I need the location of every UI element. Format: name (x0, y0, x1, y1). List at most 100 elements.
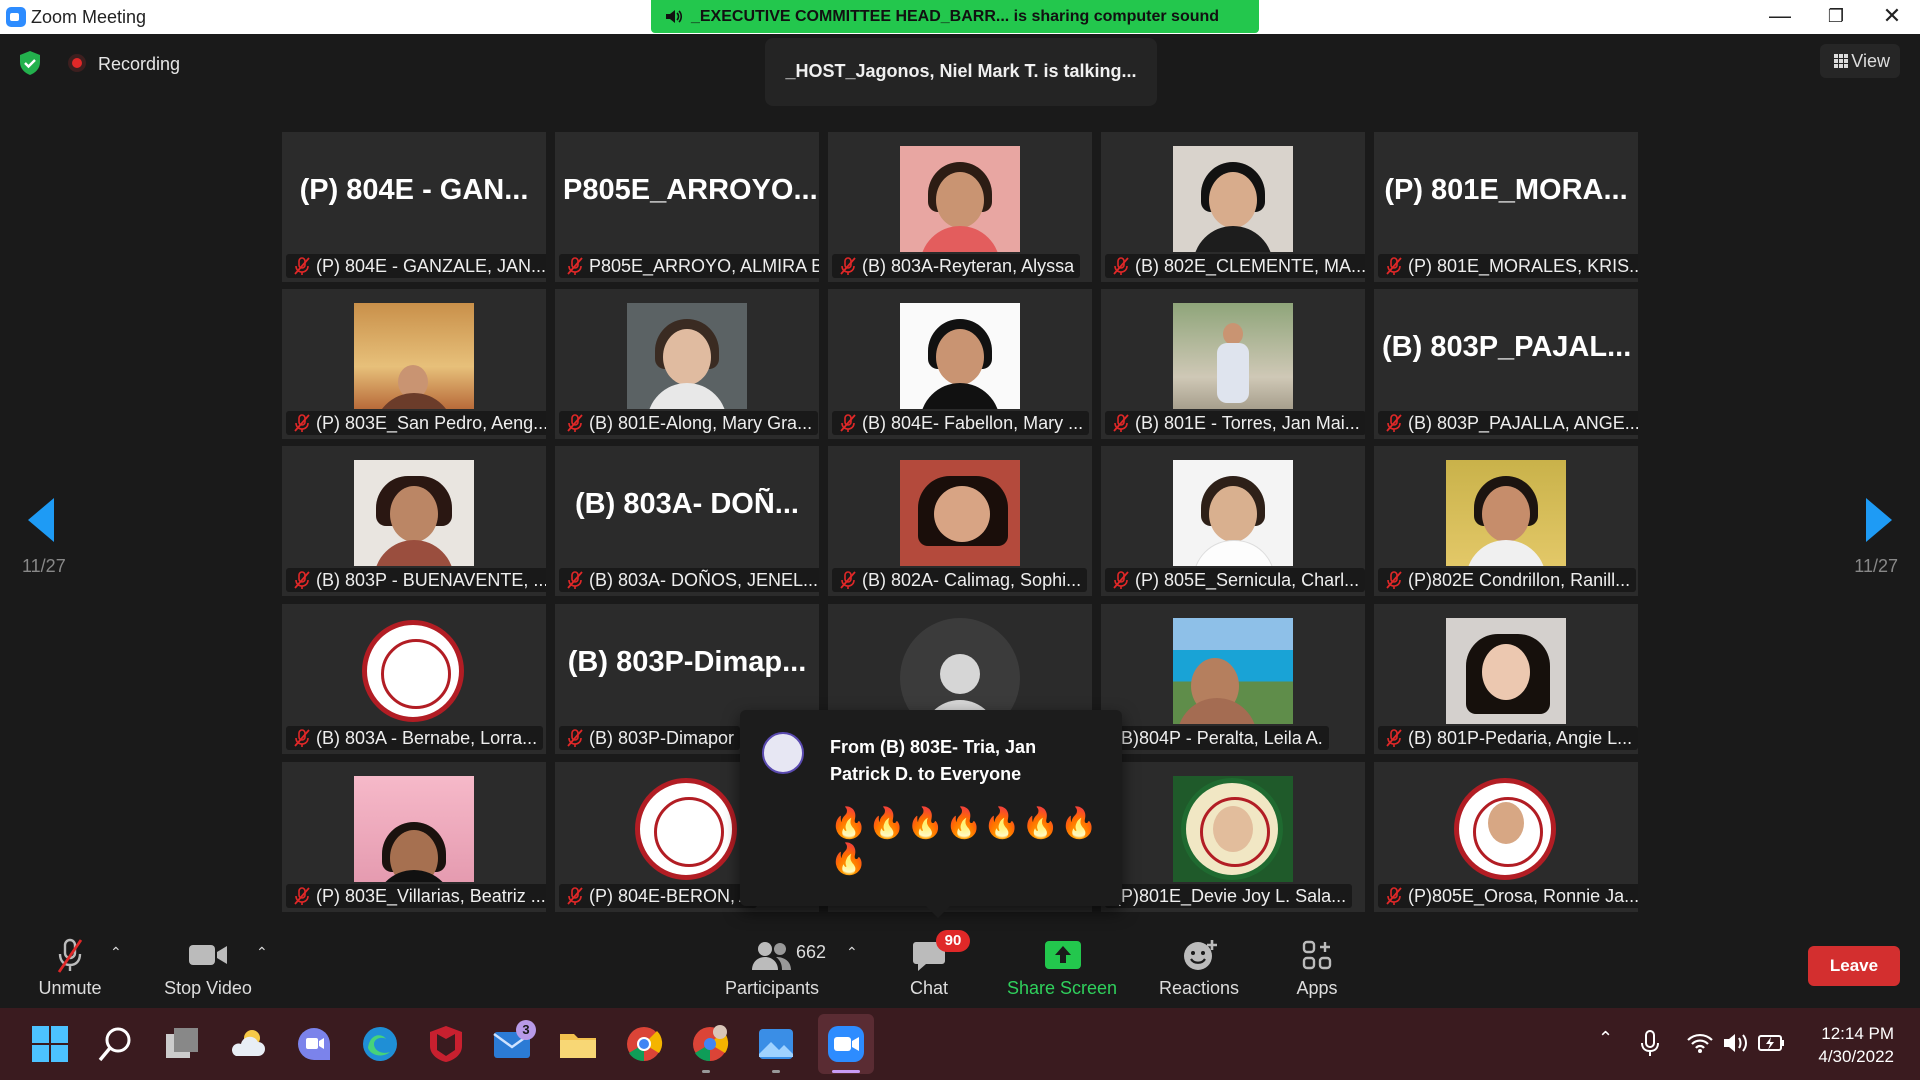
participant-tile[interactable]: (B) 803A-Reyteran, Alyssa (828, 132, 1092, 282)
mic-muted-icon (567, 887, 583, 905)
participant-tile[interactable]: (P)805E_Orosa, Ronnie Ja... (1374, 762, 1638, 912)
task-view-icon[interactable] (162, 1024, 202, 1064)
participant-nameplate: (P)802E Condrillon, Ranill... (1378, 568, 1637, 592)
mic-muted-icon (1386, 571, 1402, 589)
audio-options-caret-icon[interactable]: ⌃ (110, 944, 122, 961)
file-explorer-icon[interactable] (558, 1024, 598, 1064)
mic-muted-icon (840, 257, 856, 275)
mcafee-shield-icon[interactable] (426, 1024, 466, 1064)
reactions-button[interactable]: Reactions (1152, 924, 1246, 1008)
minimize-button[interactable]: — (1752, 0, 1808, 34)
restore-button[interactable]: ❐ (1808, 0, 1864, 34)
participants-button[interactable]: Participants (716, 924, 828, 1008)
wifi-icon[interactable] (1686, 1032, 1714, 1054)
mic-muted-icon (1113, 414, 1129, 432)
participant-video (1446, 776, 1566, 882)
participant-nameplate: (B) 803A-Reyteran, Alyssa (832, 254, 1081, 278)
school-badge-logo (635, 778, 737, 880)
participant-nameplate: (P) 801E_MORALES, KRIS... (1378, 254, 1638, 278)
smiley-plus-icon (1184, 940, 1217, 970)
participant-video (900, 460, 1020, 566)
mic-muted-icon (567, 729, 583, 747)
participant-display-name: (P) 804E - GAN... (299, 174, 529, 206)
mic-muted-icon (294, 729, 310, 747)
participant-tile[interactable]: (B) 803A - Bernabe, Lorra... (282, 604, 546, 754)
participant-display-name: P805E_ARROYO... (563, 174, 818, 206)
view-label: View (1851, 51, 1890, 71)
participant-tile[interactable]: (B)804P - Peralta, Leila A. (1101, 604, 1365, 754)
participant-nameplate: (B) 801E - Torres, Jan Mai... (1105, 411, 1365, 435)
participant-tile[interactable]: (P) 803E_Villarias, Beatriz ... (282, 762, 546, 912)
participant-tile[interactable]: (P) 803E_San Pedro, Aeng... (282, 289, 546, 439)
microphone-tray-icon[interactable] (1640, 1030, 1660, 1058)
speaker-icon (666, 10, 683, 23)
participant-tile[interactable]: P805E_ARROYO... P805E_ARROYO, ALMIRA B. (555, 132, 819, 282)
unread-chat-badge: 90 (936, 930, 970, 952)
previous-page-arrow-icon[interactable] (28, 498, 54, 542)
mic-muted-icon (840, 571, 856, 589)
volume-icon[interactable] (1722, 1032, 1750, 1054)
battery-charging-icon[interactable] (1758, 1034, 1786, 1052)
participants-count: 662 (796, 942, 827, 962)
participants-options-caret-icon[interactable]: ⌃ (846, 944, 858, 961)
participant-tile[interactable]: (B) 802E_CLEMENTE, MA... (1101, 132, 1365, 282)
chrome-profile-icon[interactable] (690, 1024, 730, 1064)
participant-video (900, 146, 1020, 252)
stop-video-button[interactable]: Stop Video (158, 924, 258, 1008)
weather-widget-icon[interactable] (228, 1024, 268, 1064)
participant-tile[interactable]: (P) 801E_MORA... (P) 801E_MORALES, KRIS.… (1374, 132, 1638, 282)
share-screen-button[interactable]: Share Screen (1004, 924, 1120, 1008)
participant-video (627, 303, 747, 409)
teams-chat-icon[interactable] (294, 1024, 334, 1064)
mic-muted-icon (294, 257, 310, 275)
close-button[interactable]: ✕ (1864, 0, 1920, 34)
participant-nameplate: (B) 803A - Bernabe, Lorra... (286, 726, 544, 750)
participant-tile[interactable]: (B) 803P - BUENAVENTE, ... (282, 446, 546, 596)
edge-browser-icon[interactable] (360, 1024, 400, 1064)
video-options-caret-icon[interactable]: ⌃ (256, 944, 268, 961)
participant-tile[interactable]: (B) 801P-Pedaria, Angie L... (1374, 604, 1638, 754)
mic-muted-icon (1386, 729, 1402, 747)
participant-tile[interactable]: (B) 803P_PAJAL... (B) 803P_PAJALLA, ANGE… (1374, 289, 1638, 439)
participant-video (354, 460, 474, 566)
apps-button[interactable]: Apps (1284, 924, 1350, 1008)
chat-notification-popup[interactable]: From (B) 803E- Tria, Jan Patrick D. to E… (740, 710, 1122, 918)
chat-message: 🔥🔥🔥🔥🔥🔥🔥🔥 (830, 807, 1099, 876)
photos-app-icon[interactable] (756, 1024, 796, 1064)
next-page-arrow-icon[interactable] (1866, 498, 1892, 542)
participant-tile[interactable]: (P)801E_Devie Joy L. Sala... (1101, 762, 1365, 912)
participant-video (1173, 618, 1293, 724)
mic-muted-icon (567, 571, 583, 589)
search-icon[interactable] (96, 1024, 136, 1064)
security-shield-icon[interactable] (18, 50, 42, 76)
leave-button[interactable]: Leave (1808, 946, 1900, 986)
participant-display-name: (P) 801E_MORA... (1384, 174, 1628, 206)
participant-tile[interactable]: (P) 805E_Sernicula, Charl... (1101, 446, 1365, 596)
participant-tile[interactable]: (P)802E Condrillon, Ranill... (1374, 446, 1638, 596)
mic-muted-icon (1386, 257, 1402, 275)
sender-avatar (762, 732, 804, 774)
chrome-browser-icon[interactable] (624, 1024, 664, 1064)
participant-tile[interactable]: (B) 804E- Fabellon, Mary ... (828, 289, 1092, 439)
participant-nameplate: (P) 804E-BERON, A (559, 884, 758, 908)
participant-nameplate: (B) 802E_CLEMENTE, MA... (1105, 254, 1365, 278)
participant-tile[interactable]: (B) 801E-Along, Mary Gra... (555, 289, 819, 439)
view-button[interactable]: View (1820, 44, 1900, 78)
show-hidden-icons-caret-icon[interactable]: ⌃ (1598, 1028, 1613, 1049)
participant-tile[interactable]: (P) 804E - GAN... (P) 804E - GANZALE, JA… (282, 132, 546, 282)
participant-nameplate: (P) 804E - GANZALE, JAN... (286, 254, 546, 278)
mic-muted-icon (840, 414, 856, 432)
participant-video (354, 303, 474, 409)
windows-start-icon[interactable] (30, 1024, 70, 1064)
zoom-taskbar-icon[interactable] (826, 1024, 866, 1064)
participant-nameplate: (P)805E_Orosa, Ronnie Ja... (1378, 884, 1638, 908)
participant-tile[interactable]: (B) 801E - Torres, Jan Mai... (1101, 289, 1365, 439)
mail-unread-badge: 3 (516, 1020, 536, 1040)
system-clock[interactable]: 12:14 PM 4/30/2022 (1818, 1022, 1894, 1068)
running-indicator (772, 1070, 780, 1073)
page-indicator-right: 11/27 (1854, 556, 1898, 576)
unmute-button[interactable]: Unmute (26, 924, 114, 1008)
recording-label: Recording (98, 54, 181, 74)
participant-tile[interactable]: (B) 802A- Calimag, Sophi... (828, 446, 1092, 596)
participant-tile[interactable]: (B) 803A- DOÑ... (B) 803A- DOÑOS, JENEL.… (555, 446, 819, 596)
